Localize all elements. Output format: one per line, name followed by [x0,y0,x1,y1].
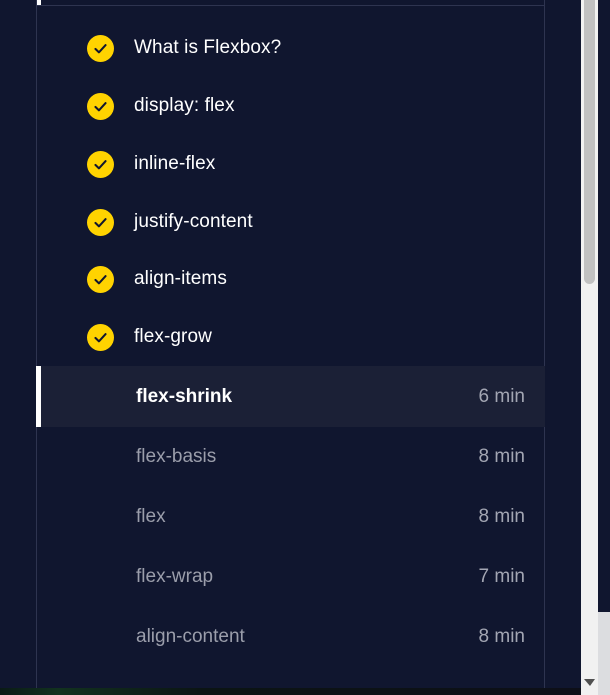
check-circle-icon [87,34,114,62]
lesson-item-completed[interactable]: display: flex [37,86,545,126]
window-bottom-edge [0,688,581,695]
lesson-label: justify-content [134,211,253,232]
lesson-label: flex-shrink [136,385,233,407]
lesson-duration: 8 min [478,506,525,527]
lesson-item-completed[interactable]: align-items [37,259,545,299]
lesson-label: What is Flexbox? [134,37,282,58]
check-circle-icon [87,208,114,236]
lesson-item-upcoming[interactable]: flex 8 min [37,497,545,537]
lesson-item-completed[interactable]: flex-grow [37,317,545,357]
lesson-label: align-content [136,626,245,647]
scrollbar[interactable] [581,0,598,695]
lesson-label: flex-wrap [136,566,214,587]
lesson-item-completed[interactable]: justify-content [37,202,545,242]
divider [37,5,545,6]
scroll-down-arrow-icon[interactable] [584,679,595,686]
lesson-duration: 6 min [478,385,525,407]
scrollbar-thumb[interactable] [584,0,595,284]
lesson-item-completed[interactable]: inline-flex [37,144,545,184]
lesson-item-completed[interactable]: What is Flexbox? [37,28,545,68]
lesson-list-screen: What is Flexbox? display: flex inline-fl… [0,0,610,695]
check-circle-icon [87,323,114,351]
check-circle-icon [87,150,114,178]
lesson-duration: 8 min [478,446,525,467]
lesson-item-current[interactable]: flex-shrink 6 min [36,366,545,427]
lesson-label: flex-grow [134,326,212,347]
window-right-edge-lower [598,612,610,695]
check-circle-icon [87,265,114,293]
lesson-label: flex-basis [136,446,217,467]
lesson-label: display: flex [134,95,235,116]
lesson-item-upcoming[interactable]: flex-wrap 7 min [37,557,545,597]
lesson-label: align-items [134,268,227,289]
lesson-item-upcoming[interactable]: align-content 8 min [37,617,545,657]
lesson-list-panel: What is Flexbox? display: flex inline-fl… [36,0,545,695]
lesson-duration: 8 min [478,626,525,647]
lesson-label: flex [136,506,166,527]
lesson-label: inline-flex [134,153,216,174]
lesson-duration: 7 min [478,566,525,587]
current-indicator [36,366,41,427]
window-right-edge [598,0,610,695]
check-circle-icon [87,92,114,120]
lesson-item-upcoming[interactable]: flex-basis 8 min [37,437,545,477]
